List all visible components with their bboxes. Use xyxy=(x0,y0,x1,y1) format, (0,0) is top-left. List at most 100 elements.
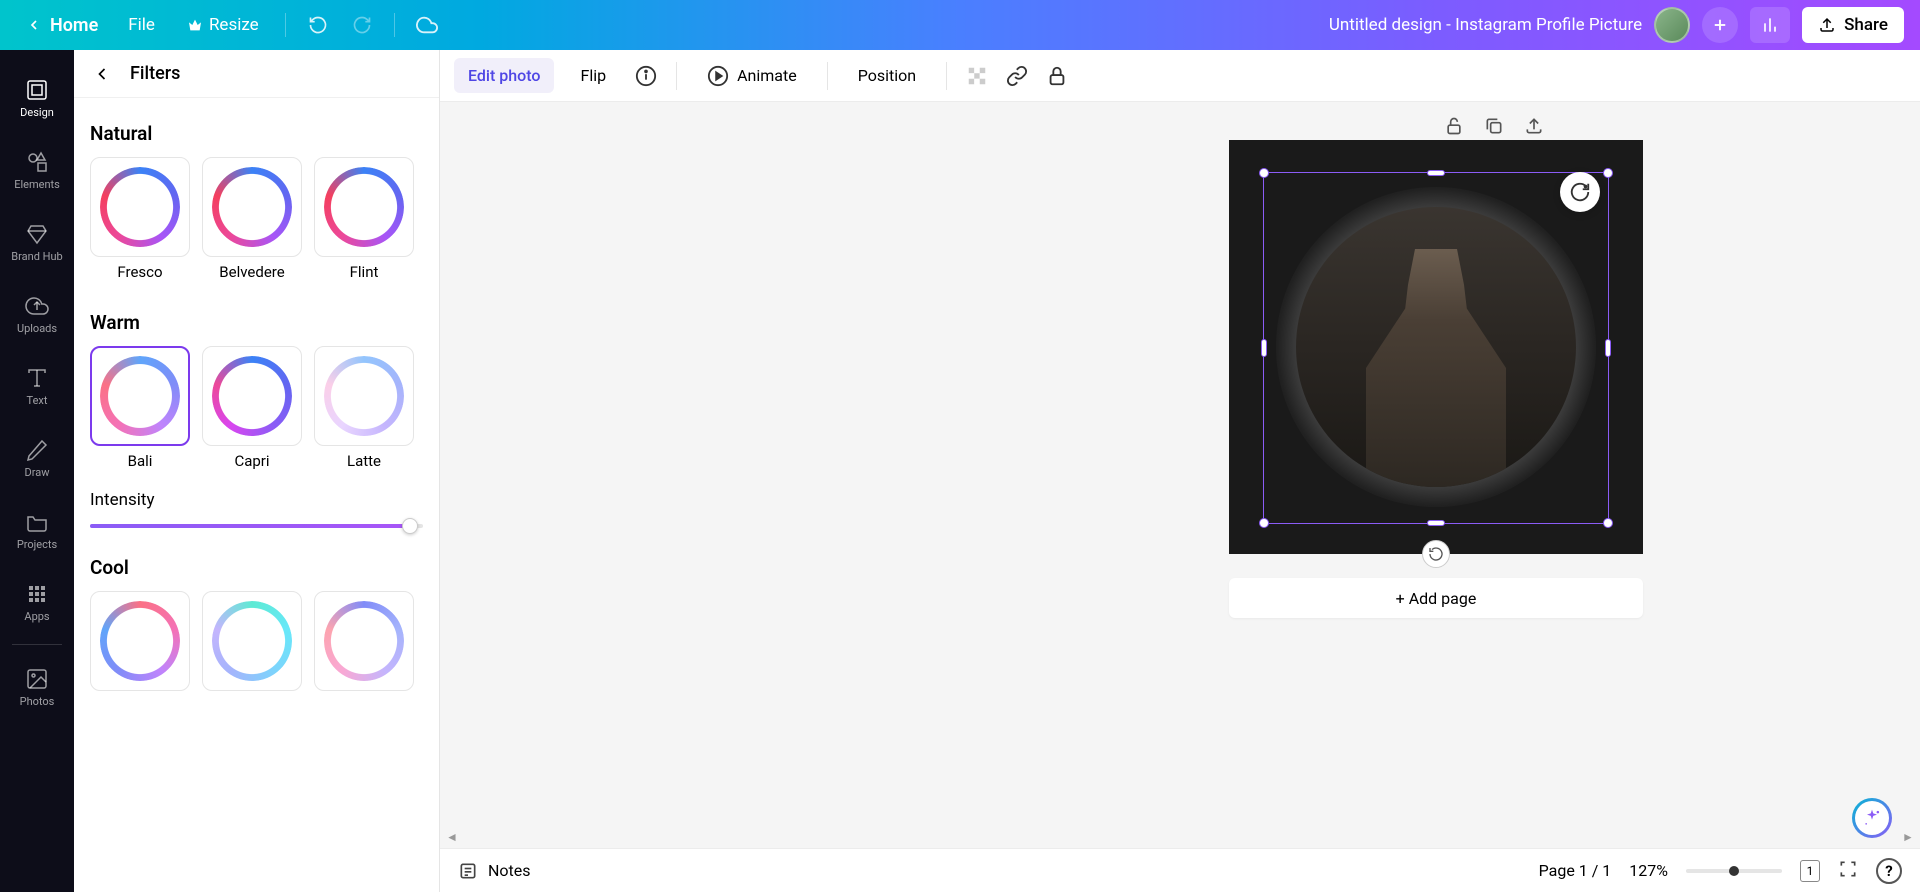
filter-row: Fresco Belvedere Flint xyxy=(90,157,423,281)
resize-handle-tr[interactable] xyxy=(1603,168,1613,178)
undo-button[interactable] xyxy=(300,7,336,43)
home-button[interactable]: Home xyxy=(16,9,108,42)
header-right: Untitled design - Instagram Profile Pict… xyxy=(1329,7,1904,43)
user-avatar[interactable] xyxy=(1654,7,1690,43)
duplicate-icon xyxy=(1484,116,1504,136)
resize-menu[interactable]: Resize xyxy=(175,9,271,41)
resize-handle-ml[interactable] xyxy=(1261,339,1267,357)
filter-capri[interactable]: Capri xyxy=(202,346,302,470)
page-count-button[interactable]: 1 xyxy=(1800,860,1820,882)
brand-hub-icon xyxy=(25,222,49,246)
nav-label: Apps xyxy=(24,610,49,623)
ai-refresh-button[interactable] xyxy=(1560,172,1600,212)
nav-projects[interactable]: Projects xyxy=(0,494,74,566)
nav-design[interactable]: Design xyxy=(0,62,74,134)
design-icon xyxy=(25,78,49,102)
canvas-scroll[interactable]: + Add page ◄ ► Notes Page 1 / 1 127% xyxy=(440,102,1920,892)
magic-button[interactable] xyxy=(1852,798,1892,838)
resize-handle-tm[interactable] xyxy=(1427,170,1445,176)
cloud-icon xyxy=(416,14,438,36)
help-button[interactable]: ? xyxy=(1876,858,1902,884)
plus-icon xyxy=(1711,16,1729,34)
filter-flint[interactable]: Flint xyxy=(314,157,414,281)
text-icon xyxy=(25,366,49,390)
chevron-left-icon xyxy=(26,17,42,33)
zoom-handle[interactable] xyxy=(1729,866,1739,876)
undo-icon xyxy=(308,15,328,35)
lock-button[interactable] xyxy=(1043,62,1071,90)
link-icon xyxy=(1006,65,1028,87)
rotate-handle[interactable] xyxy=(1422,540,1450,568)
divider xyxy=(827,62,828,90)
resize-handle-mr[interactable] xyxy=(1605,339,1611,357)
footer-bar: Notes Page 1 / 1 127% 1 ? xyxy=(440,848,1920,892)
duplicate-page-button[interactable] xyxy=(1484,116,1510,142)
elements-icon xyxy=(25,150,49,174)
filter-label: Capri xyxy=(234,452,269,470)
home-label: Home xyxy=(50,15,98,36)
filter-latte[interactable]: Latte xyxy=(314,346,414,470)
resize-handle-tl[interactable] xyxy=(1259,168,1269,178)
redo-button[interactable] xyxy=(344,7,380,43)
slider-fill xyxy=(90,524,410,528)
edit-photo-button[interactable]: Edit photo xyxy=(454,58,554,93)
nav-uploads[interactable]: Uploads xyxy=(0,278,74,350)
selection-box[interactable] xyxy=(1263,172,1609,524)
page-indicator[interactable]: Page 1 / 1 xyxy=(1539,861,1612,880)
position-button[interactable]: Position xyxy=(844,58,930,93)
nav-elements[interactable]: Elements xyxy=(0,134,74,206)
filter-fresco[interactable]: Fresco xyxy=(90,157,190,281)
filter-cool-2[interactable] xyxy=(202,591,302,691)
resize-handle-bl[interactable] xyxy=(1259,518,1269,528)
link-button[interactable] xyxy=(1003,62,1031,90)
canvas-area: Edit photo Flip Animate Position xyxy=(440,50,1920,892)
nav-draw[interactable]: Draw xyxy=(0,422,74,494)
hscroll-right[interactable]: ► xyxy=(1898,828,1918,846)
add-page-button[interactable]: + Add page xyxy=(1229,578,1643,618)
resize-handle-br[interactable] xyxy=(1603,518,1613,528)
lock-icon xyxy=(1444,116,1464,136)
hscroll-left[interactable]: ◄ xyxy=(442,828,462,846)
nav-photos[interactable]: Photos xyxy=(0,651,74,723)
insights-button[interactable] xyxy=(1750,7,1790,43)
panel-header: Filters xyxy=(74,50,439,98)
add-collaborator-button[interactable] xyxy=(1702,7,1738,43)
chevron-left-icon xyxy=(92,64,112,84)
context-toolbar: Edit photo Flip Animate Position xyxy=(440,50,1920,102)
notes-button[interactable]: Notes xyxy=(458,861,531,881)
nav-label: Elements xyxy=(14,178,60,191)
nav-text[interactable]: Text xyxy=(0,350,74,422)
resize-handle-bm[interactable] xyxy=(1427,520,1445,526)
animate-button[interactable]: Animate xyxy=(693,57,811,95)
export-icon xyxy=(1524,116,1544,136)
filter-label: Bali xyxy=(128,452,153,470)
document-title[interactable]: Untitled design - Instagram Profile Pict… xyxy=(1329,15,1642,35)
cloud-sync-button[interactable] xyxy=(409,7,445,43)
transparency-button[interactable] xyxy=(963,62,991,90)
filter-cool-3[interactable] xyxy=(314,591,414,691)
nav-brand-hub[interactable]: Brand Hub xyxy=(0,206,74,278)
intensity-label: Intensity xyxy=(90,490,423,510)
top-header: Home File Resize Untitled design - Insta… xyxy=(0,0,1920,50)
zoom-level[interactable]: 127% xyxy=(1629,861,1668,880)
zoom-slider[interactable] xyxy=(1686,869,1782,873)
panel-body[interactable]: Natural Fresco Belvedere Flint Warm xyxy=(74,98,439,892)
fullscreen-icon xyxy=(1838,859,1858,879)
fullscreen-button[interactable] xyxy=(1838,859,1858,883)
info-button[interactable] xyxy=(632,62,660,90)
filter-belvedere[interactable]: Belvedere xyxy=(202,157,302,281)
filter-bali[interactable]: Bali xyxy=(90,346,190,470)
lock-page-button[interactable] xyxy=(1444,116,1470,142)
filter-cool-1[interactable] xyxy=(90,591,190,691)
nav-apps[interactable]: Apps xyxy=(0,566,74,638)
back-button[interactable] xyxy=(90,62,114,86)
file-menu[interactable]: File xyxy=(116,9,167,41)
flip-button[interactable]: Flip xyxy=(566,58,620,93)
slider-handle[interactable] xyxy=(402,518,418,534)
notes-label: Notes xyxy=(488,861,531,880)
export-page-button[interactable] xyxy=(1524,116,1550,142)
header-left: Home File Resize xyxy=(16,7,445,43)
filter-row xyxy=(90,591,423,691)
share-button[interactable]: Share xyxy=(1802,7,1904,43)
intensity-slider[interactable] xyxy=(90,524,423,528)
